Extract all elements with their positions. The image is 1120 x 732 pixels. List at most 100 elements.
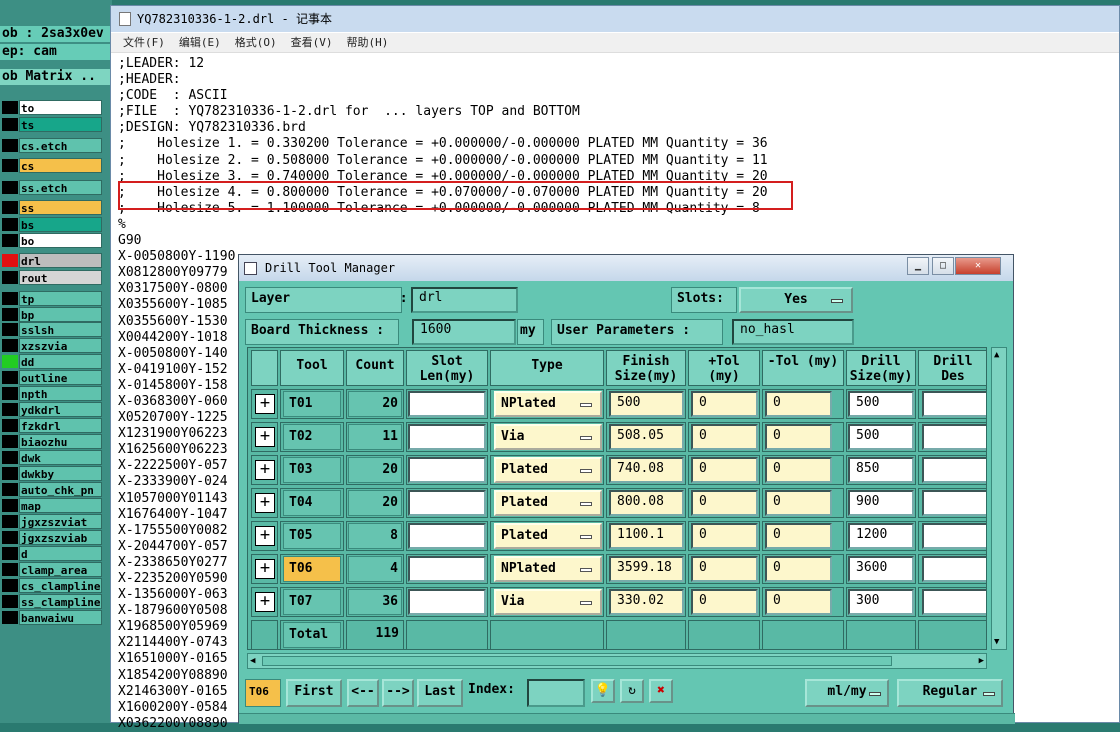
menu-item[interactable]: 帮助(H) bbox=[347, 36, 389, 49]
drill-des-input[interactable] bbox=[922, 391, 986, 417]
drill-size-input[interactable]: 500 bbox=[848, 391, 914, 417]
layer-swatch[interactable] bbox=[2, 181, 18, 194]
layer-swatch[interactable] bbox=[2, 271, 18, 284]
layer-row[interactable]: fzkdrl bbox=[0, 418, 112, 433]
tool-id[interactable]: T06 bbox=[283, 556, 341, 582]
last-button[interactable]: Last bbox=[417, 679, 463, 707]
horizontal-scroll-thumb[interactable] bbox=[262, 656, 892, 666]
type-dropdown[interactable]: Plated bbox=[494, 490, 602, 516]
minus-tol-input[interactable]: 0 bbox=[765, 556, 832, 582]
layer-name[interactable]: rout bbox=[19, 270, 102, 285]
layer-row[interactable]: xzszvia bbox=[0, 338, 112, 353]
minus-tol-input[interactable]: 0 bbox=[765, 424, 832, 450]
finish-size-input[interactable]: 508.05 bbox=[609, 424, 684, 450]
lightbulb-icon[interactable]: 💡 bbox=[591, 679, 615, 703]
tool-id[interactable]: T07 bbox=[283, 589, 341, 615]
maximize-button[interactable]: □ bbox=[932, 257, 954, 275]
units-dropdown[interactable]: ml/my bbox=[805, 679, 889, 707]
layer-name[interactable]: ts bbox=[19, 117, 102, 132]
layer-name[interactable]: to bbox=[19, 100, 102, 115]
scroll-up-icon[interactable]: ▲ bbox=[994, 350, 999, 360]
layer-name[interactable]: ss bbox=[19, 200, 102, 215]
minus-tol-input[interactable]: 0 bbox=[765, 589, 832, 615]
drill-des-input[interactable] bbox=[922, 424, 986, 450]
type-dropdown[interactable]: Plated bbox=[494, 457, 602, 483]
layer-name[interactable]: outline bbox=[19, 370, 102, 385]
refresh-icon[interactable]: ↻ bbox=[620, 679, 644, 703]
layer-row[interactable]: drl bbox=[0, 253, 112, 268]
drill-des-input[interactable] bbox=[922, 589, 986, 615]
layer-swatch[interactable] bbox=[2, 595, 18, 608]
layer-swatch[interactable] bbox=[2, 218, 18, 231]
layer-swatch[interactable] bbox=[2, 403, 18, 416]
user-params-field[interactable]: no_hasl bbox=[732, 319, 854, 345]
layer-swatch[interactable] bbox=[2, 547, 18, 560]
slot-length-input[interactable] bbox=[408, 424, 486, 450]
layer-swatch[interactable] bbox=[2, 515, 18, 528]
clear-icon[interactable]: ✖ bbox=[649, 679, 673, 703]
layer-swatch[interactable] bbox=[2, 563, 18, 576]
layer-row[interactable]: jgxzszviab bbox=[0, 530, 112, 545]
tool-id[interactable]: T01 bbox=[283, 391, 341, 417]
slot-length-input[interactable] bbox=[408, 457, 486, 483]
layer-name[interactable]: xzszvia bbox=[19, 338, 102, 353]
layer-name[interactable]: ss.etch bbox=[19, 180, 102, 195]
layer-swatch[interactable] bbox=[2, 101, 18, 114]
layer-row[interactable]: ss.etch bbox=[0, 180, 112, 195]
minus-tol-input[interactable]: 0 bbox=[765, 523, 832, 549]
minimize-button[interactable]: ▁ bbox=[907, 257, 929, 275]
matrix-button[interactable]: ob Matrix .. bbox=[0, 69, 112, 85]
layer-name[interactable]: cs bbox=[19, 158, 102, 173]
tool-id[interactable]: T05 bbox=[283, 523, 341, 549]
layer-swatch[interactable] bbox=[2, 435, 18, 448]
layer-row[interactable]: cs_clampline bbox=[0, 578, 112, 593]
layer-swatch[interactable] bbox=[2, 579, 18, 592]
layer-row[interactable]: ss bbox=[0, 200, 112, 215]
layer-row[interactable]: ts bbox=[0, 117, 112, 132]
slots-dropdown[interactable]: Yes bbox=[739, 287, 853, 313]
layer-name[interactable]: dd bbox=[19, 354, 102, 369]
layer-name[interactable]: map bbox=[19, 498, 102, 513]
layer-name[interactable]: banwaiwu bbox=[19, 610, 102, 625]
scroll-right-icon[interactable]: ▶ bbox=[979, 655, 984, 667]
slot-length-input[interactable] bbox=[408, 391, 486, 417]
plus-tol-input[interactable]: 0 bbox=[691, 457, 758, 483]
finish-size-input[interactable]: 330.02 bbox=[609, 589, 684, 615]
layer-row[interactable]: dd bbox=[0, 354, 112, 369]
expand-icon[interactable]: + bbox=[255, 592, 275, 612]
layer-name[interactable]: bo bbox=[19, 233, 102, 248]
mode-dropdown[interactable]: Regular bbox=[897, 679, 1003, 707]
layer-swatch[interactable] bbox=[2, 234, 18, 247]
layer-swatch[interactable] bbox=[2, 387, 18, 400]
layer-swatch[interactable] bbox=[2, 419, 18, 432]
layer-row[interactable]: ss_clampline bbox=[0, 594, 112, 609]
next-button[interactable]: --> bbox=[382, 679, 414, 707]
index-field[interactable] bbox=[527, 679, 585, 707]
layer-row[interactable]: d bbox=[0, 546, 112, 561]
drill-des-input[interactable] bbox=[922, 523, 986, 549]
type-dropdown[interactable]: NPlated bbox=[494, 391, 602, 417]
layer-swatch[interactable] bbox=[2, 483, 18, 496]
drill-des-input[interactable] bbox=[922, 490, 986, 516]
tool-id[interactable]: T02 bbox=[283, 424, 341, 450]
drill-size-input[interactable]: 3600 bbox=[848, 556, 914, 582]
first-button[interactable]: First bbox=[286, 679, 342, 707]
layer-swatch[interactable] bbox=[2, 201, 18, 214]
layer-row[interactable]: cs.etch bbox=[0, 138, 112, 153]
type-dropdown[interactable]: Plated bbox=[494, 523, 602, 549]
finish-size-input[interactable]: 500 bbox=[609, 391, 684, 417]
layer-name[interactable]: ydkdrl bbox=[19, 402, 102, 417]
layer-name[interactable]: biaozhu bbox=[19, 434, 102, 449]
drill-size-input[interactable]: 1200 bbox=[848, 523, 914, 549]
layer-row[interactable]: cs bbox=[0, 158, 112, 173]
layer-row[interactable]: bp bbox=[0, 307, 112, 322]
layer-name[interactable]: ss_clampline bbox=[19, 594, 102, 609]
menu-item[interactable]: 文件(F) bbox=[123, 36, 165, 49]
layer-swatch[interactable] bbox=[2, 118, 18, 131]
layer-swatch[interactable] bbox=[2, 611, 18, 624]
layer-swatch[interactable] bbox=[2, 467, 18, 480]
layer-row[interactable]: to bbox=[0, 100, 112, 115]
layer-row[interactable]: sslsh bbox=[0, 322, 112, 337]
drill-size-input[interactable]: 850 bbox=[848, 457, 914, 483]
layer-row[interactable]: map bbox=[0, 498, 112, 513]
